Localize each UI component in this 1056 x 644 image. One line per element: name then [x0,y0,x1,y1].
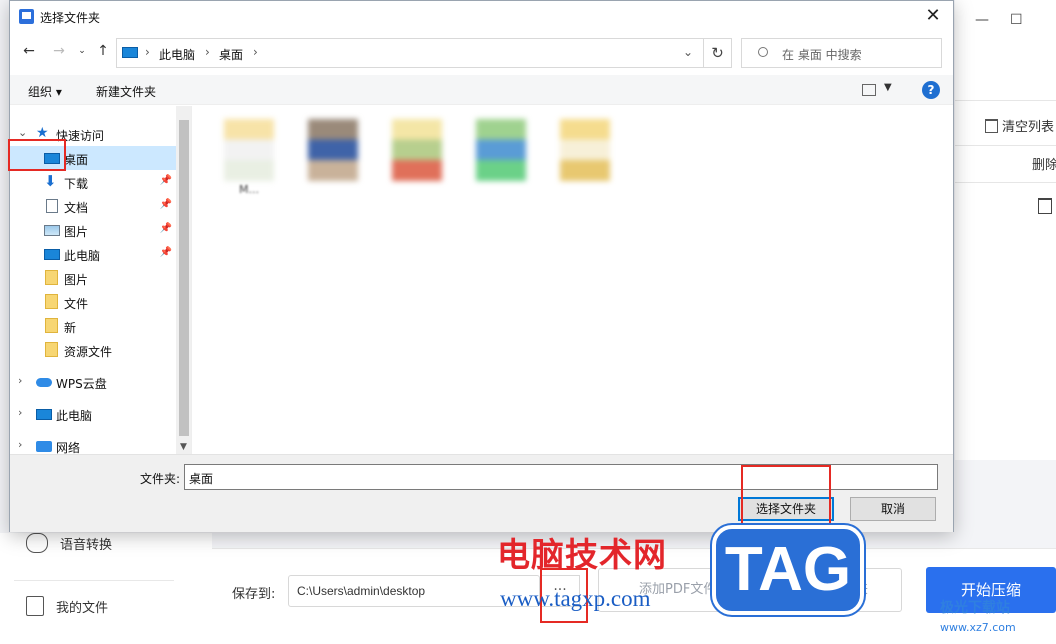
app-icon [19,9,34,24]
delete-row-icon[interactable] [1038,198,1052,214]
document-icon [46,199,58,213]
nav-item-network[interactable]: › 网络 [10,434,176,454]
help-icon[interactable]: ? [922,81,940,99]
pc-icon [122,47,138,58]
delete-column-header: 删除 [1032,158,1056,173]
back-icon[interactable]: ← [20,43,38,59]
chevron-down-icon[interactable]: ▼ [884,82,892,93]
nav-item-pc[interactable]: › 此电脑 [10,402,176,426]
file-thumbnail [224,119,274,181]
forward-icon[interactable]: → [50,43,68,59]
breadcrumb-pc[interactable]: 此电脑 [159,46,195,63]
nav-item-folder-pictures[interactable]: 图片 [10,266,176,290]
save-to-label: 保存到: [232,587,276,602]
trash-icon [985,119,998,133]
nav-item-folder-new[interactable]: 新 [10,314,176,338]
pc-icon [36,409,52,420]
file-name: M... [239,183,259,196]
file-thumbnail [560,119,610,181]
nav-item-folder-files[interactable]: 文件 [10,290,176,314]
dialog-titlebar: 选择文件夹 ✕ [10,1,953,32]
nav-item-pictures[interactable]: 图片 📌 [10,218,176,242]
picture-icon [44,225,60,236]
divider [955,145,1056,146]
breadcrumb-separator: › [145,45,150,59]
highlight-box [741,465,831,533]
dialog-title: 选择文件夹 [40,11,101,25]
pin-icon: 📌 [159,199,172,210]
background-right-panel [955,0,1056,460]
chevron-right-icon[interactable]: › [18,374,22,387]
chevron-down-icon[interactable]: ⌄ [73,46,91,56]
chevron-right-icon[interactable]: › [18,406,22,419]
watermark-url: www.tagxp.com [500,586,651,611]
highlight-box [8,139,66,171]
folder-icon [45,270,58,285]
star-icon: ★ [36,125,49,141]
address-bar[interactable]: › 此电脑 › 桌面 › ⌄ [116,38,704,68]
new-folder-button[interactable]: 新建文件夹 [96,83,156,100]
cancel-button[interactable]: 取消 [850,497,936,521]
maximize-icon[interactable]: ☐ [1010,12,1023,28]
file-item[interactable] [471,119,531,199]
close-icon[interactable]: ✕ [921,5,945,27]
breadcrumb-separator: › [253,45,258,59]
pin-icon: 📌 [159,247,172,258]
file-icon [26,596,44,616]
folder-icon [45,294,58,309]
chevron-down-icon[interactable]: ⌄ [18,126,27,139]
dialog-toolbar: 组织 ▾ 新建文件夹 ▼ ? [10,75,953,105]
pin-icon: 📌 [159,223,172,234]
sidebar-item-voice[interactable]: 语音转换 [26,533,112,553]
scroll-thumb[interactable] [179,120,189,436]
up-icon[interactable]: ↑ [94,43,112,59]
chevron-down-icon[interactable]: ⌄ [683,45,693,59]
search-input[interactable]: 在 桌面 中搜索 [741,38,942,68]
file-thumbnail [392,119,442,181]
nav-item-folder-resources[interactable]: 资源文件 [10,338,176,362]
sidebar-item-my-files[interactable]: 我的文件 [26,596,108,616]
download-icon: ⬇ [44,172,57,190]
divider [14,580,174,581]
breadcrumb-separator: › [205,45,210,59]
refresh-icon[interactable]: ↻ [704,38,732,68]
file-item[interactable] [387,119,447,199]
select-folder-dialog: 选择文件夹 ✕ ← → ⌄ ↑ › 此电脑 › 桌面 › ⌄ ↻ 在 桌面 中搜… [9,0,954,532]
folder-icon [45,318,58,333]
breadcrumb-desktop[interactable]: 桌面 [219,46,243,63]
file-item[interactable] [303,119,363,199]
cloud-icon [36,378,52,387]
pc-icon [44,249,60,260]
divider [955,100,1056,101]
file-list: M... [193,106,953,454]
tag-logo: TAG [712,525,864,615]
nav-scrollbar[interactable]: ▼ [176,106,191,454]
file-item[interactable] [555,119,615,199]
organize-menu[interactable]: 组织 ▾ [28,83,62,100]
folder-icon [45,342,58,357]
pin-icon: 📌 [159,175,172,186]
folder-label: 文件夹: [140,472,181,486]
watermark-text: 电脑技术网 [497,535,667,574]
chevron-right-icon[interactable]: › [18,438,22,451]
voice-icon [26,533,48,553]
view-icon[interactable] [862,84,876,96]
search-icon [758,47,768,57]
chevron-down-icon[interactable]: ▼ [180,442,187,452]
clear-list-button[interactable]: 清空列表 [985,116,1054,135]
file-thumbnail [476,119,526,181]
network-icon [36,441,52,452]
address-row: ← → ⌄ ↑ › 此电脑 › 桌面 › ⌄ ↻ 在 桌面 中搜索 [10,35,953,69]
nav-item-wps-cloud[interactable]: › WPS云盘 [10,370,176,394]
nav-item-documents[interactable]: 文档 📌 [10,194,176,218]
xz7-watermark: 极光下载站 www.xz7.com [940,600,1016,634]
file-thumbnail [308,119,358,181]
nav-item-downloads[interactable]: ⬇ 下载 📌 [10,170,176,194]
nav-item-this-pc[interactable]: 此电脑 📌 [10,242,176,266]
divider [955,182,1056,183]
file-item[interactable]: M... [219,119,279,199]
minimize-icon[interactable]: — [975,12,989,28]
